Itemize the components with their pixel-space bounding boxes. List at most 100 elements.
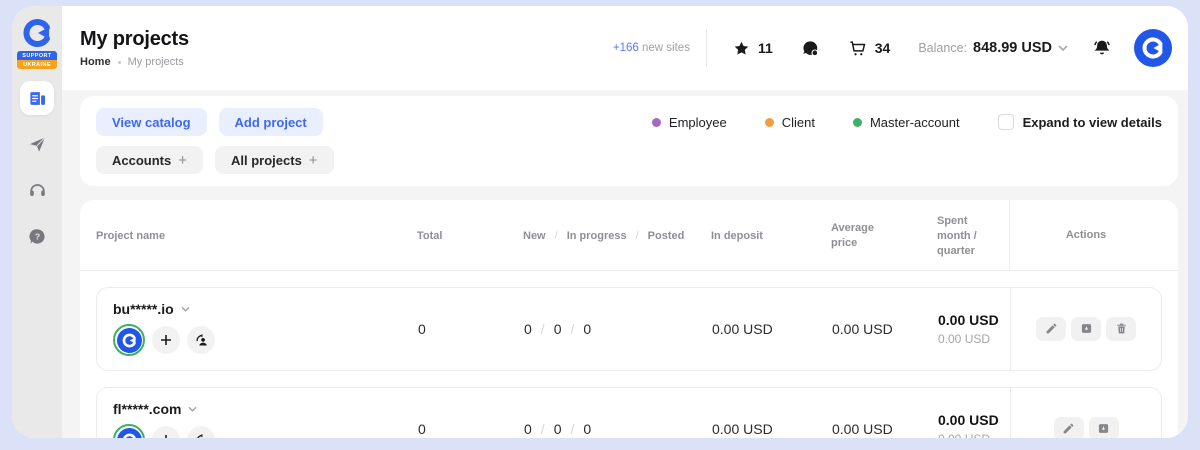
- spent-quarter-value: 0.00 USD: [938, 432, 1010, 438]
- col-project-name: Project name: [96, 230, 401, 242]
- sidebar-item-messages[interactable]: [20, 127, 54, 161]
- archive-icon: [1080, 322, 1093, 335]
- average-price-value: 0.00 USD: [810, 321, 915, 337]
- table-row: bu*****.io: [96, 287, 1162, 371]
- user-switch-icon: [194, 333, 209, 348]
- add-member-button[interactable]: [152, 326, 180, 354]
- chevron-down-icon: [1058, 45, 1068, 51]
- plus-icon: +: [309, 152, 318, 169]
- new-sites-indicator[interactable]: +166 new sites: [613, 42, 690, 54]
- add-project-button[interactable]: Add project: [219, 108, 323, 136]
- switch-user-button[interactable]: [187, 326, 215, 354]
- project-name-cell: fl*****.com: [97, 401, 402, 438]
- chat-icon[interactable]: [801, 39, 820, 58]
- question-bubble-icon: ?: [28, 227, 47, 246]
- plus-icon: +: [178, 152, 187, 169]
- brand-logo[interactable]: [1134, 29, 1172, 67]
- table-header: Project name Total New / In progress / P…: [80, 200, 1178, 271]
- paper-plane-icon: [28, 135, 47, 154]
- sidebar-item-support[interactable]: [20, 173, 54, 207]
- col-total: Total: [401, 230, 499, 242]
- filter-panel: View catalog Add project Employee Client: [80, 96, 1178, 186]
- total-value: 0: [402, 421, 500, 437]
- table-row: fl*****.com: [96, 387, 1162, 438]
- legend-employee-label: Employee: [669, 115, 727, 130]
- project-logo-icon: [117, 328, 142, 353]
- edit-button[interactable]: [1036, 317, 1066, 341]
- project-avatars: [113, 424, 402, 438]
- add-member-button[interactable]: [152, 426, 180, 438]
- new-value: 0: [524, 421, 532, 437]
- col-in-deposit: In deposit: [679, 230, 809, 242]
- spent-quarter-value: 0.00 USD: [938, 332, 1010, 346]
- legend-client: Client: [765, 115, 815, 130]
- spent-cell: 0.00 USD 0.00 USD: [915, 312, 1010, 346]
- separator: /: [570, 321, 574, 337]
- project-name: fl*****.com: [113, 401, 181, 417]
- notification-bell-icon[interactable]: [1092, 38, 1112, 58]
- view-catalog-button[interactable]: View catalog: [96, 108, 207, 136]
- sidebar-nav: ?: [20, 81, 54, 253]
- in-progress-value: 0: [554, 421, 562, 437]
- chevron-down-icon: [181, 306, 190, 312]
- project-name-cell: bu*****.io: [97, 301, 402, 356]
- accounts-filter-label: Accounts: [112, 153, 171, 168]
- in-deposit-value: 0.00 USD: [680, 421, 810, 437]
- breadcrumb: Home My projects: [80, 56, 189, 68]
- master-account-dot: [853, 118, 862, 127]
- cart-stat[interactable]: 34: [848, 39, 891, 58]
- separator: /: [541, 321, 545, 337]
- project-name-dropdown[interactable]: fl*****.com: [113, 401, 402, 417]
- edit-button[interactable]: [1054, 417, 1084, 438]
- badge-line1: SUPPORT: [17, 51, 57, 60]
- legend-employee: Employee: [652, 115, 727, 130]
- breadcrumb-home[interactable]: Home: [80, 56, 111, 68]
- project-name-dropdown[interactable]: bu*****.io: [113, 301, 402, 317]
- status-values: 0 / 0 / 0: [500, 421, 680, 437]
- average-price-value: 0.00 USD: [810, 421, 915, 437]
- headset-icon: [28, 181, 47, 200]
- topbar-divider: [706, 29, 707, 67]
- spent-cell: 0.00 USD 0.00 USD: [915, 412, 1010, 438]
- client-dot: [765, 118, 774, 127]
- archive-button[interactable]: [1071, 317, 1101, 341]
- top-bar: My projects Home My projects +166 new si…: [62, 6, 1188, 90]
- separator: /: [555, 230, 558, 242]
- title-block: My projects Home My projects: [80, 28, 189, 68]
- user-switch-icon: [194, 433, 209, 438]
- col-spent: Spent month / quarter: [914, 214, 1009, 259]
- favorites-count: 11: [758, 40, 773, 56]
- archive-icon: [1097, 422, 1110, 435]
- sidebar-item-help[interactable]: ?: [20, 219, 54, 253]
- expand-checkbox[interactable]: [998, 114, 1014, 130]
- trash-icon: [1115, 322, 1128, 335]
- sidebar-item-projects[interactable]: [20, 81, 54, 115]
- project-avatars: [113, 324, 402, 356]
- legend-master-account-label: Master-account: [870, 115, 960, 130]
- all-projects-filter-button[interactable]: All projects +: [215, 146, 334, 174]
- legend-master-account: Master-account: [853, 115, 960, 130]
- separator: /: [636, 230, 639, 242]
- archive-button[interactable]: [1089, 417, 1119, 438]
- badge-line2: UKRAINE: [17, 60, 57, 69]
- cart-icon: [848, 39, 867, 58]
- new-sites-label: new sites: [642, 42, 690, 54]
- spent-month-value: 0.00 USD: [938, 312, 1010, 328]
- accounts-filter-button[interactable]: Accounts +: [96, 146, 203, 174]
- balance-dropdown[interactable]: Balance: 848.99 USD: [918, 40, 1068, 56]
- favorites-stat[interactable]: 11: [733, 40, 773, 57]
- switch-user-button[interactable]: [187, 426, 215, 438]
- breadcrumb-separator: [118, 61, 121, 64]
- col-new: New: [523, 230, 546, 242]
- status-values: 0 / 0 / 0: [500, 321, 680, 337]
- project-name: bu*****.io: [113, 301, 174, 317]
- support-ukraine-badge: SUPPORT UKRAINE: [17, 51, 57, 69]
- delete-button[interactable]: [1106, 317, 1136, 341]
- in-progress-value: 0: [554, 321, 562, 337]
- legend: Employee Client Master-account Expa: [652, 114, 1162, 130]
- expand-details-toggle[interactable]: Expand to view details: [998, 114, 1162, 130]
- spent-month-value: 0.00 USD: [938, 412, 1010, 428]
- separator: /: [541, 421, 545, 437]
- new-value: 0: [524, 321, 532, 337]
- col-actions: Actions: [1009, 200, 1162, 270]
